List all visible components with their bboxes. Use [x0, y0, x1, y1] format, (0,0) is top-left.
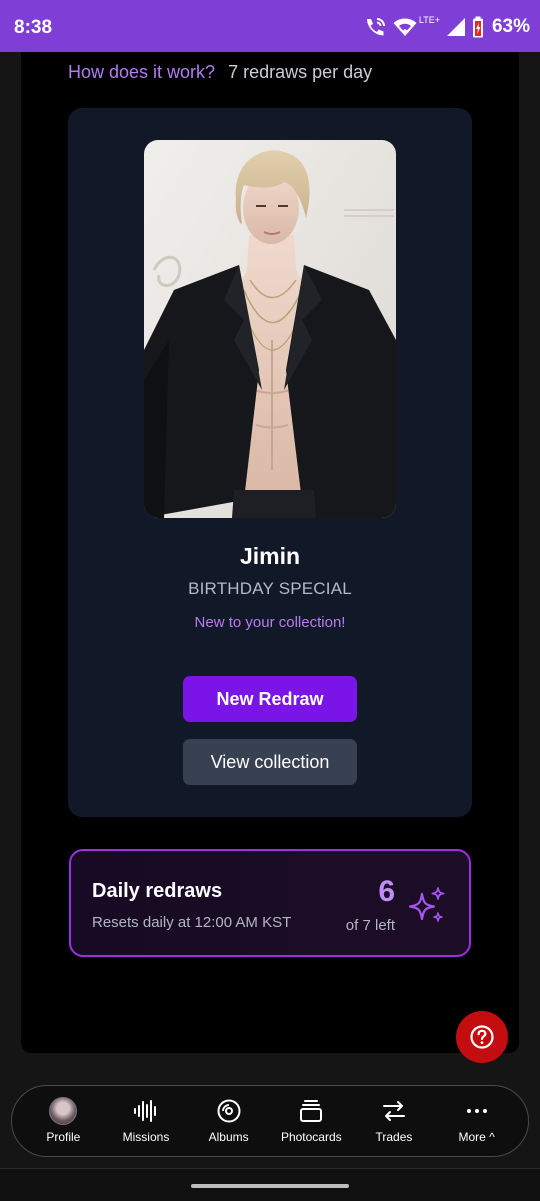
avatar	[49, 1097, 78, 1125]
network-type: LTE+	[418, 15, 440, 25]
question-icon	[470, 1025, 494, 1049]
cell-signal-icon	[446, 18, 465, 36]
view-collection-button[interactable]: View collection	[183, 739, 357, 785]
disc-icon	[217, 1099, 241, 1123]
cards-stack-icon	[300, 1100, 323, 1122]
status-icons: LTE+ 63%	[363, 14, 530, 40]
more-dots-icon	[466, 1109, 487, 1113]
status-time: 8:38	[14, 17, 53, 38]
card-version: BIRTHDAY SPECIAL	[188, 579, 352, 598]
home-indicator[interactable]	[191, 1184, 349, 1188]
wifi-icon	[393, 18, 417, 36]
nav-more[interactable]: More ^	[437, 1098, 517, 1144]
bottom-navigation: Profile Missions Albums Photocards Trade…	[11, 1085, 529, 1157]
nav-label: Profile	[46, 1130, 81, 1144]
nav-label: More ^	[458, 1130, 495, 1144]
status-bar: 8:38 LTE+ 63%	[0, 0, 540, 52]
help-button[interactable]	[456, 1011, 508, 1063]
how-does-it-work-link[interactable]: How does it work?	[68, 62, 215, 82]
swap-arrows-icon	[382, 1101, 405, 1121]
daily-redraws-panel: Daily redraws Resets daily at 12:00 AM K…	[69, 849, 471, 957]
nav-label: Trades	[375, 1130, 413, 1144]
photocard-image[interactable]	[144, 140, 396, 518]
daily-redraws-title: Daily redraws	[92, 880, 223, 902]
nav-label: Missions	[122, 1130, 170, 1144]
new-to-collection-label: New to your collection!	[194, 614, 346, 631]
audio-wave-icon	[133, 1100, 156, 1122]
redraws-per-day-text: 7 redraws per day	[228, 62, 373, 82]
nav-photocards[interactable]: Photocards	[271, 1098, 351, 1144]
nav-missions[interactable]: Missions	[106, 1098, 186, 1144]
daily-reset-text: Resets daily at 12:00 AM KST	[92, 914, 292, 931]
nav-label: Albums	[208, 1130, 249, 1144]
nav-trades[interactable]: Trades	[354, 1098, 434, 1144]
member-name: Jimin	[239, 543, 301, 569]
new-redraw-button[interactable]: New Redraw	[183, 676, 357, 722]
redraws-remaining-total: of 7 left	[345, 917, 395, 934]
sparkles-icon	[408, 887, 445, 922]
battery-icon	[472, 16, 483, 38]
wifi-calling-icon	[366, 18, 385, 36]
battery-percent: 63%	[491, 16, 530, 37]
info-row: How does it work? 7 redraws per day	[68, 62, 372, 83]
redraws-remaining-count: 6	[378, 875, 395, 908]
nav-albums[interactable]: Albums	[189, 1098, 269, 1144]
nav-profile[interactable]: Profile	[23, 1097, 103, 1144]
nav-label: Photocards	[280, 1130, 342, 1144]
